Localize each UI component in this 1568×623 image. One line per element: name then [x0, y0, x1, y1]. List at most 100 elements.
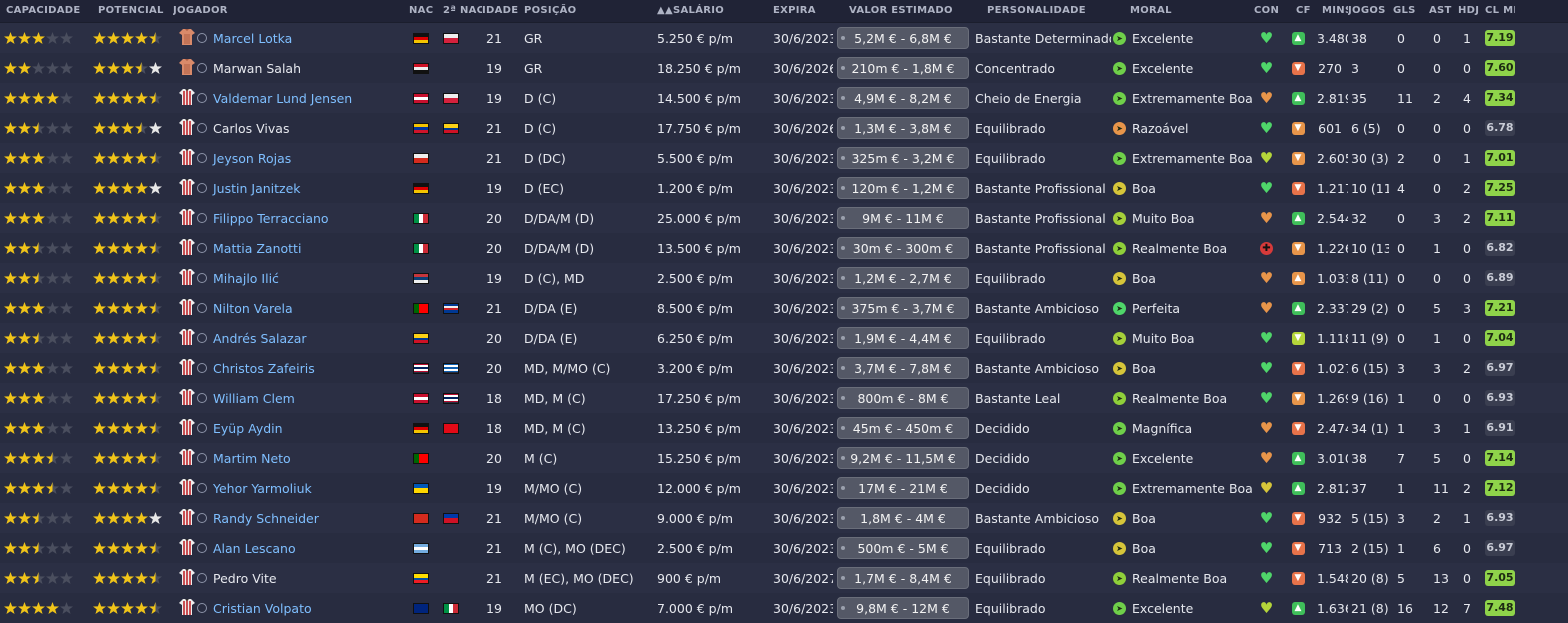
second-nationality-flag-icon[interactable] [443, 422, 459, 434]
estimated-value-badge[interactable]: 1,8M € - 4M € [837, 507, 969, 529]
player-info-icon[interactable] [197, 213, 207, 223]
condition-heart-icon[interactable]: ♥ [1260, 571, 1273, 586]
nationality-flag-icon[interactable] [413, 392, 429, 404]
player-name-link[interactable]: Martim Neto [213, 451, 291, 466]
col-posicao[interactable]: POSIÇÃO [520, 0, 647, 22]
nationality-flag-icon[interactable] [413, 62, 429, 74]
morale-arrow-icon[interactable]: ➤ [1113, 421, 1126, 435]
form-up-icon[interactable]: ▲ [1291, 601, 1305, 615]
estimated-value-badge[interactable]: 1,2M € - 2,7M € [837, 267, 969, 289]
morale-arrow-icon[interactable]: ➤ [1113, 361, 1126, 375]
condition-heart-icon[interactable]: ♥ [1260, 541, 1273, 556]
nationality-flag-icon[interactable] [413, 332, 429, 344]
morale-arrow-icon[interactable]: ➤ [1113, 391, 1126, 405]
col-con[interactable]: CON [1254, 0, 1279, 22]
player-info-icon[interactable] [197, 363, 207, 373]
player-info-icon[interactable] [197, 63, 207, 73]
table-row[interactable]: Andrés Salazar 20 D/DA (E) 6.250 € p/m 30/6/… [0, 323, 1568, 353]
col-moral[interactable]: MORAL [1111, 0, 1254, 22]
morale-arrow-icon[interactable]: ➤ [1113, 601, 1126, 615]
condition-heart-icon[interactable]: ♥ [1260, 61, 1273, 76]
form-down-icon[interactable]: ▼ [1291, 421, 1305, 435]
table-row[interactable]: Justin Janitzek 19 D (EC) 1.200 € p/m 30/6/2… [0, 173, 1568, 203]
condition-heart-icon[interactable]: ♥ [1260, 421, 1273, 436]
table-row[interactable]: Marcel Lotka 21 GR 5.250 € p/m 30/6/2023 5,2M… [0, 23, 1568, 53]
morale-arrow-icon[interactable]: ➤ [1113, 571, 1126, 585]
player-name-link[interactable]: Nilton Varela [213, 301, 293, 316]
col-clmed[interactable]: CL MED [1485, 0, 1515, 22]
table-row[interactable]: Yehor Yarmoliuk 19 M/MO (C) 12.000 € p/m 30/… [0, 473, 1568, 503]
nationality-flag-icon[interactable] [413, 212, 429, 224]
player-name-link[interactable]: Randy Schneider [213, 511, 319, 526]
morale-arrow-icon[interactable]: ➤ [1113, 91, 1126, 105]
second-nationality-flag-icon[interactable] [443, 92, 459, 104]
condition-heart-icon[interactable]: ♥ [1260, 361, 1273, 376]
nationality-flag-icon[interactable] [413, 152, 429, 164]
form-up-icon[interactable]: ▲ [1291, 211, 1305, 225]
second-nationality-flag-icon[interactable] [443, 32, 459, 44]
condition-heart-icon[interactable]: ♥ [1260, 331, 1273, 346]
condition-heart-icon[interactable]: ♥ [1260, 391, 1273, 406]
col-personalidade[interactable]: PERSONALIDADE [971, 0, 1111, 22]
form-down-icon[interactable]: ▼ [1291, 151, 1305, 165]
second-nationality-flag-icon[interactable] [443, 512, 459, 524]
morale-arrow-icon[interactable]: ➤ [1113, 331, 1126, 345]
col-gls[interactable]: GLS [1389, 0, 1425, 22]
morale-arrow-icon[interactable]: ➤ [1113, 301, 1126, 315]
estimated-value-badge[interactable]: 120m € - 1,2M € [837, 177, 969, 199]
player-name-link[interactable]: Justin Janitzek [213, 181, 301, 196]
nationality-flag-icon[interactable] [413, 482, 429, 494]
morale-arrow-icon[interactable]: ➤ [1113, 451, 1126, 465]
table-row[interactable]: Marwan Salah 19 GR 18.250 € p/m 30/6/2026 210… [0, 53, 1568, 83]
table-row[interactable]: Mihajlo Ilić 19 D (C), MD 2.500 € p/m 30/6/2… [0, 263, 1568, 293]
estimated-value-badge[interactable]: 325m € - 3,2M € [837, 147, 969, 169]
form-up-icon[interactable]: ▲ [1291, 481, 1305, 495]
morale-arrow-icon[interactable]: ➤ [1113, 271, 1126, 285]
form-down-icon[interactable]: ▼ [1291, 61, 1305, 75]
player-name-link[interactable]: Pedro Vite [213, 571, 277, 586]
player-info-icon[interactable] [197, 483, 207, 493]
player-name-link[interactable]: Valdemar Lund Jensen [213, 91, 352, 106]
nationality-flag-icon[interactable] [413, 572, 429, 584]
morale-arrow-icon[interactable]: ➤ [1113, 121, 1126, 135]
player-name-link[interactable]: William Clem [213, 391, 295, 406]
form-down-icon[interactable]: ▼ [1291, 361, 1305, 375]
form-down-icon[interactable]: ▼ [1291, 241, 1305, 255]
condition-heart-icon[interactable]: ♥ [1260, 511, 1273, 526]
condition-heart-icon[interactable]: ♥ [1260, 31, 1273, 46]
player-name-link[interactable]: Marwan Salah [213, 61, 301, 76]
table-row[interactable]: Christos Zafeiris 20 MD, M/MO (C) 3.200 € p… [0, 353, 1568, 383]
estimated-value-badge[interactable]: 45m € - 450m € [837, 417, 969, 439]
nationality-flag-icon[interactable] [413, 272, 429, 284]
player-name-link[interactable]: Eyüp Aydin [213, 421, 283, 436]
estimated-value-badge[interactable]: 1,7M € - 8,4M € [837, 567, 969, 589]
morale-arrow-icon[interactable]: ➤ [1113, 31, 1126, 45]
nationality-flag-icon[interactable] [413, 602, 429, 614]
morale-arrow-icon[interactable]: ➤ [1113, 541, 1126, 555]
condition-heart-icon[interactable]: ♥ [1260, 601, 1273, 616]
condition-heart-icon[interactable]: ♥ [1260, 181, 1273, 196]
col-valor[interactable]: VALOR ESTIMADO [833, 0, 971, 22]
table-row[interactable]: Jeyson Rojas 21 D (DC) 5.500 € p/m 30/6/2023… [0, 143, 1568, 173]
estimated-value-badge[interactable]: 9,2M € - 11,5M € [837, 447, 969, 469]
table-row[interactable]: Alan Lescano 21 M (C), MO (DEC) 2.500 € p/m… [0, 533, 1568, 563]
player-name-link[interactable]: Mattia Zanotti [213, 241, 301, 256]
player-name-link[interactable]: Mihajlo Ilić [213, 271, 279, 286]
table-row[interactable]: Filippo Terracciano 20 D/DA/M (D) 25.000 € … [0, 203, 1568, 233]
estimated-value-badge[interactable]: 9M € - 11M € [837, 207, 969, 229]
player-info-icon[interactable] [197, 273, 207, 283]
table-row[interactable]: Mattia Zanotti 20 D/DA/M (D) 13.500 € p/m 30… [0, 233, 1568, 263]
second-nationality-flag-icon[interactable] [443, 602, 459, 614]
form-down-icon[interactable]: ▼ [1291, 391, 1305, 405]
player-info-icon[interactable] [197, 183, 207, 193]
col-salario[interactable]: ▲▲SALÁRIO [647, 0, 757, 22]
player-info-icon[interactable] [197, 603, 207, 613]
form-down-icon[interactable]: ▼ [1291, 511, 1305, 525]
form-down-icon[interactable]: ▼ [1291, 121, 1305, 135]
nationality-flag-icon[interactable] [413, 122, 429, 134]
form-up-icon[interactable]: ▲ [1291, 271, 1305, 285]
col-idade[interactable]: IDADE [482, 0, 520, 22]
form-up-icon[interactable]: ▲ [1291, 451, 1305, 465]
player-info-icon[interactable] [197, 153, 207, 163]
condition-heart-icon[interactable]: ✚ [1260, 241, 1273, 255]
